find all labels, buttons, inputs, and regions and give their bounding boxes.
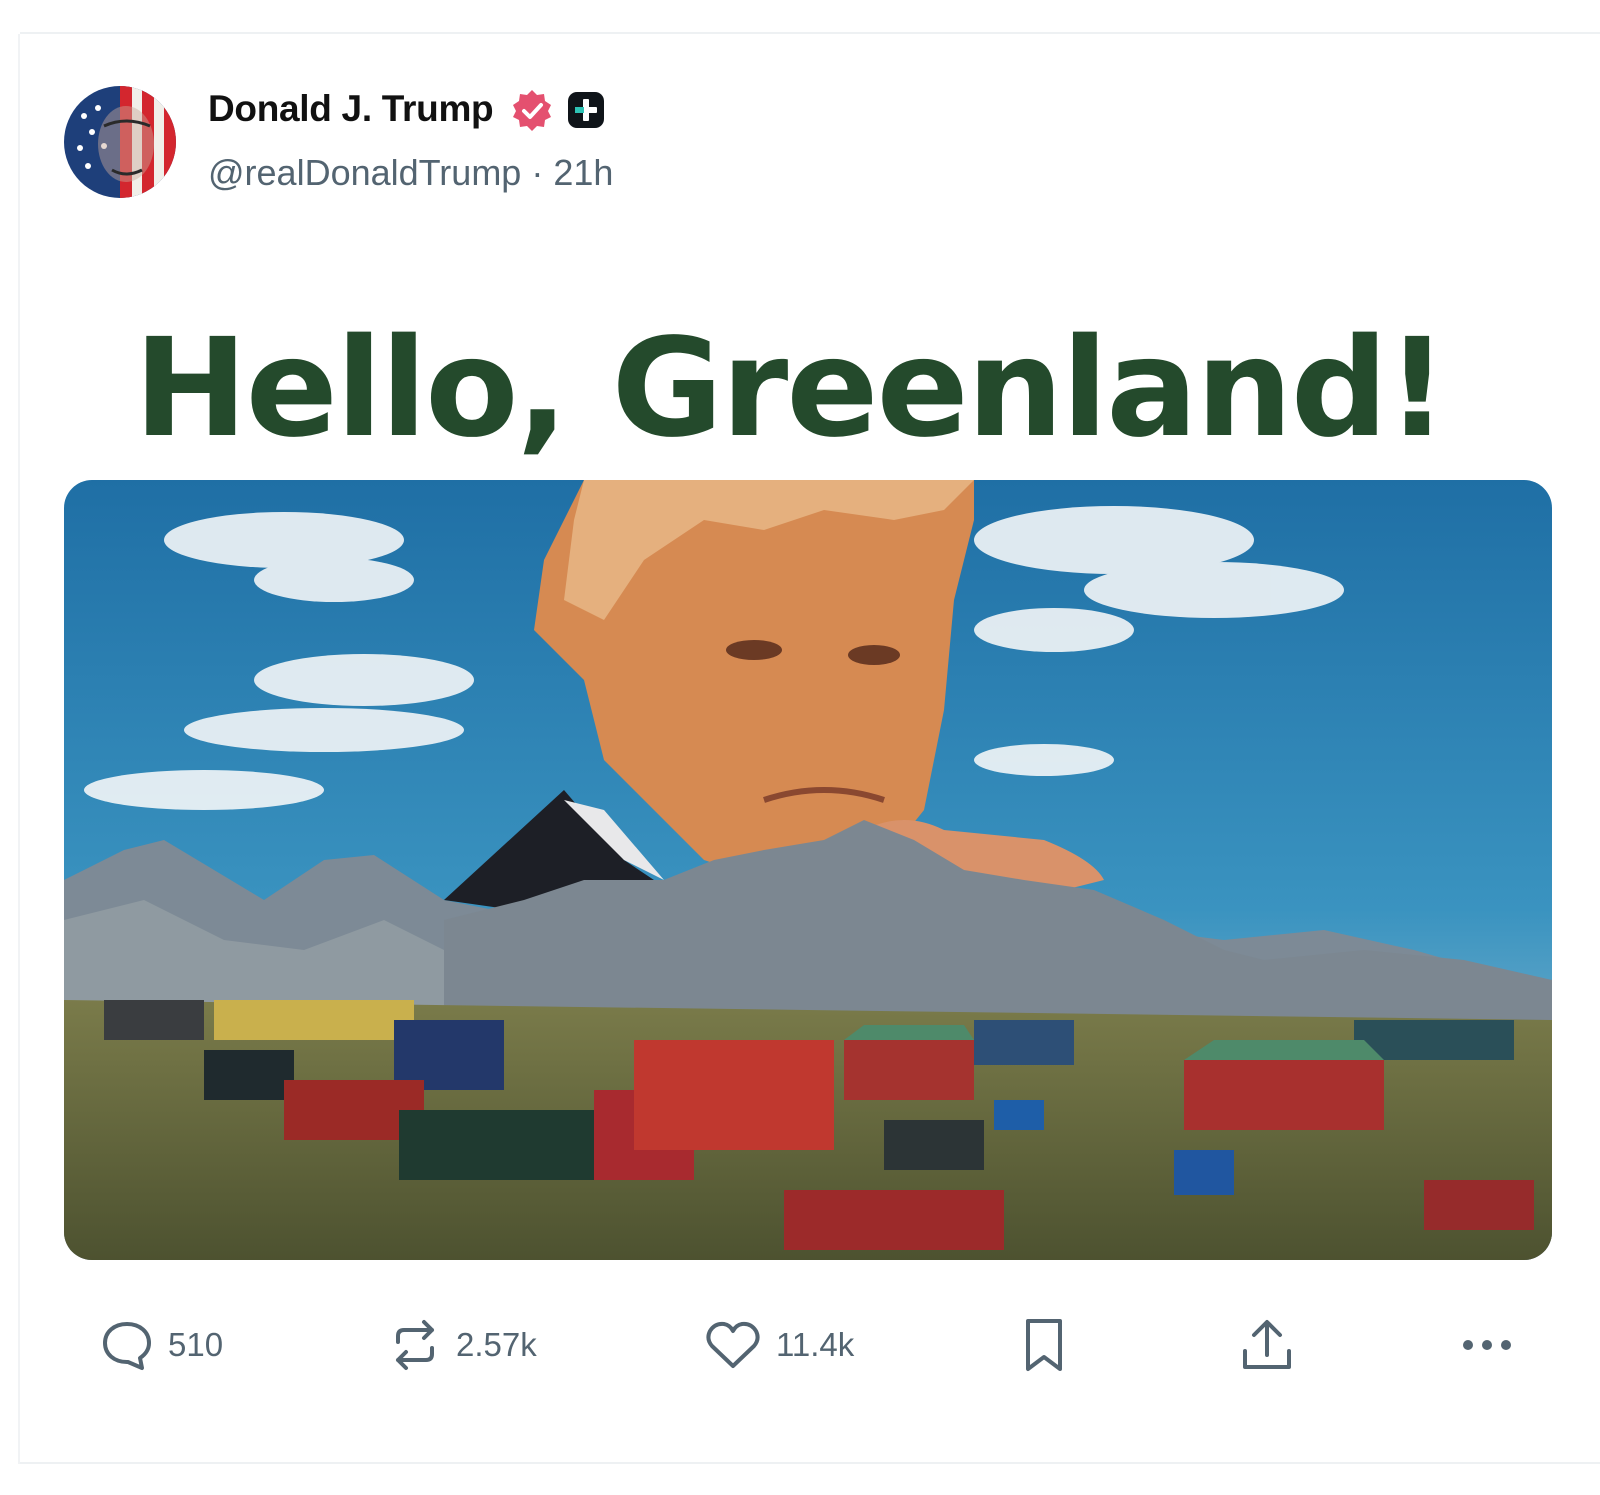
plus-badge-icon bbox=[566, 90, 606, 130]
reply-count: 510 bbox=[168, 1326, 224, 1363]
timestamp[interactable]: 21h bbox=[553, 152, 613, 193]
post-headline: Hello, Greenland! bbox=[133, 310, 1448, 468]
handle-line: @realDonaldTrump · 21h bbox=[208, 152, 613, 194]
top-divider bbox=[20, 32, 1600, 34]
avatar[interactable] bbox=[64, 86, 176, 198]
bottom-divider bbox=[20, 1462, 1600, 1464]
repost-count: 2.57k bbox=[456, 1326, 537, 1363]
display-name[interactable]: Donald J. Trump bbox=[208, 88, 494, 130]
more-options-button[interactable] bbox=[1460, 1310, 1514, 1380]
more-icon bbox=[1463, 1340, 1511, 1350]
share-button[interactable] bbox=[1238, 1310, 1296, 1380]
repost-icon bbox=[396, 1320, 434, 1370]
separator: · bbox=[531, 152, 544, 193]
feed-left-border bbox=[18, 34, 20, 1464]
like-count: 11.4k bbox=[776, 1326, 855, 1363]
like-icon bbox=[706, 1321, 760, 1368]
repost-button[interactable]: 2.57k bbox=[388, 1310, 537, 1380]
bookmark-icon bbox=[1026, 1319, 1062, 1371]
post-image[interactable] bbox=[64, 480, 1552, 1260]
bookmark-button[interactable] bbox=[1020, 1310, 1068, 1380]
reply-button[interactable]: 510 bbox=[100, 1310, 223, 1380]
share-icon bbox=[1243, 1320, 1291, 1369]
handle[interactable]: @realDonaldTrump bbox=[208, 152, 521, 193]
reply-icon bbox=[103, 1322, 151, 1370]
like-button[interactable]: 11.4k bbox=[704, 1310, 854, 1380]
verified-badge-icon bbox=[510, 88, 554, 132]
